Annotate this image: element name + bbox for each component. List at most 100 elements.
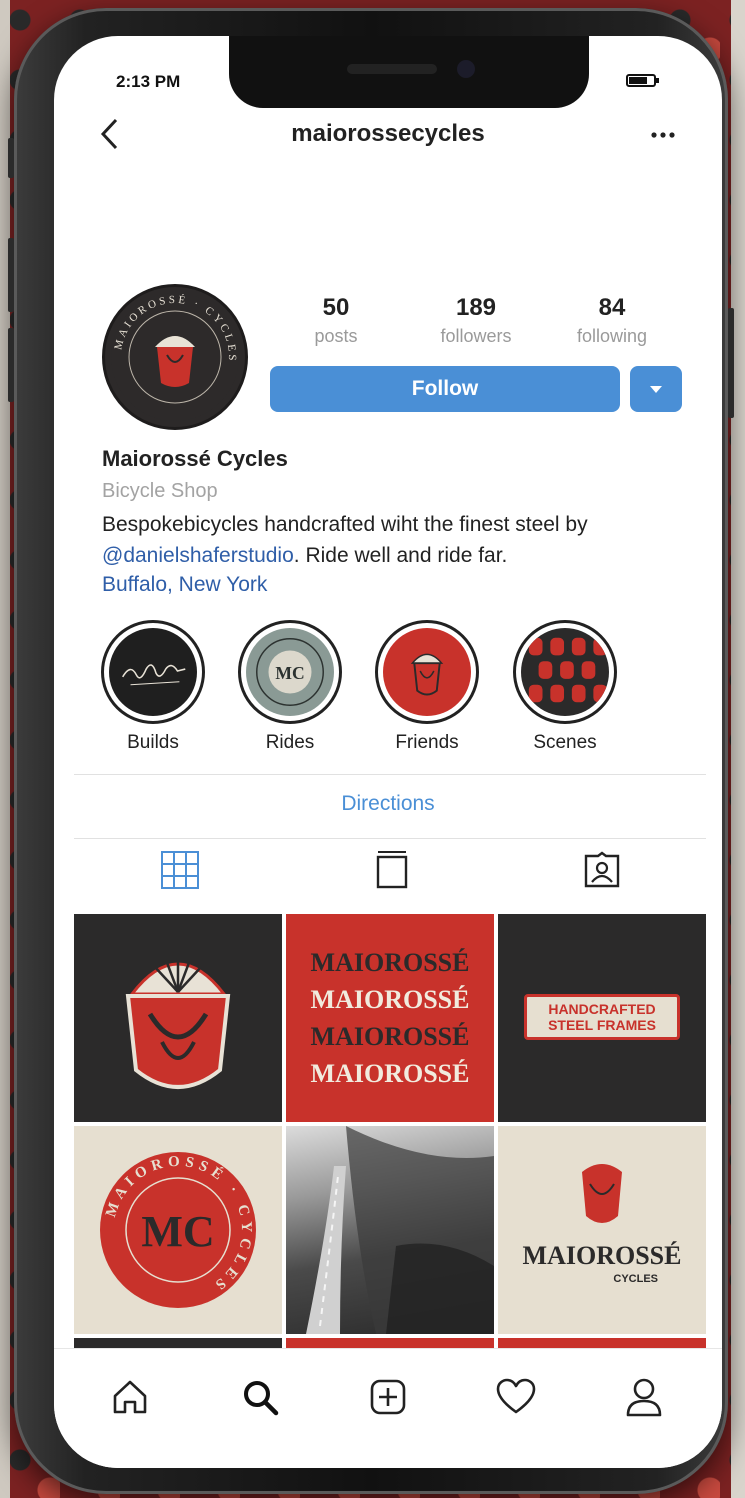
mute-switch [8, 138, 14, 178]
chevron-down-icon [650, 385, 662, 393]
rides-monogram: MC [275, 663, 304, 683]
profile-icon [626, 1378, 662, 1417]
highlight-rides[interactable]: MC Rides [235, 620, 345, 754]
post-tile-mc-seal[interactable]: MAIOROSSÉ · CYCLES MC [74, 1126, 282, 1334]
highlight-builds-label: Builds [127, 732, 179, 753]
stat-posts-label: posts [314, 326, 358, 346]
profile-avatar[interactable]: MAIOROSSÉ · CYCLES [102, 284, 248, 430]
stat-followers[interactable]: 189 followers [416, 294, 536, 347]
avatar-logo-icon: MAIOROSSÉ · CYCLES [111, 293, 239, 421]
status-time: 2:13 PM [116, 72, 181, 91]
mc-seal-icon: MAIOROSSÉ · CYCLES MC [100, 1152, 256, 1308]
rose-pattern-icon [528, 637, 608, 703]
seal-monogram: MC [141, 1207, 214, 1256]
background-stripe-right [731, 0, 745, 1498]
notch [229, 36, 589, 108]
add-post-icon [370, 1379, 406, 1415]
heart-icon [496, 1378, 536, 1414]
nav-home[interactable] [108, 1375, 152, 1419]
brand-sub: CYCLES [613, 1273, 658, 1285]
phone-screen: 2:13 PM maiorossecycles MAIOROSSÉ · CYCL… [54, 36, 722, 1468]
nav-new-post[interactable] [366, 1375, 410, 1419]
divider [74, 838, 706, 839]
forest-road-photo [306, 1126, 494, 1334]
highlight-rides-thumb: MC [246, 628, 334, 716]
highlight-friends[interactable]: Friends [372, 620, 482, 754]
profile-username: maiorossecycles [291, 120, 485, 147]
stat-followers-label: followers [440, 326, 512, 346]
bio-text-end: . Ride well and ride far. [293, 544, 508, 567]
nav-search[interactable] [238, 1375, 282, 1419]
highlight-friends-label: Friends [395, 732, 459, 753]
nav-profile[interactable] [622, 1375, 666, 1419]
highlight-ring [513, 620, 617, 724]
tab-tagged[interactable] [580, 848, 624, 892]
volume-up-button [8, 238, 14, 312]
directions-button[interactable]: Directions [54, 792, 722, 816]
mc-seal-icon: MC [256, 638, 324, 706]
post-tile-handcrafted-badge[interactable]: HANDCRAFTED STEEL FRAMES [498, 914, 706, 1122]
divider [74, 774, 706, 775]
badge-line-2: STEEL FRAMES [548, 1017, 656, 1033]
profile-description: Bespokebicycles handcrafted wiht the fin… [102, 509, 682, 571]
highlight-scenes-thumb [521, 628, 609, 716]
power-button [728, 308, 734, 418]
more-options-icon[interactable] [650, 116, 676, 147]
highlight-rides-label: Rides [265, 732, 315, 753]
highlight-builds[interactable]: Builds [98, 620, 208, 754]
grid-icon [161, 851, 199, 889]
igtv-icon [376, 851, 408, 889]
post-tile-partial[interactable] [286, 1338, 494, 1348]
brand-logo-icon: MAIOROSSÉ CYCLES [523, 1164, 682, 1285]
volume-down-button [8, 328, 14, 402]
signature-icon [122, 664, 186, 686]
post-tile-road-photo[interactable] [286, 1126, 494, 1334]
tab-igtv[interactable] [370, 848, 414, 892]
brand-name: MAIOROSSÉ [523, 1241, 682, 1270]
highlight-ring: MC [238, 620, 342, 724]
stat-posts[interactable]: 50 posts [276, 294, 396, 347]
post-tile-partial[interactable] [498, 1338, 706, 1348]
wordmark-line: MAIOROSSÉ [310, 1022, 470, 1051]
home-icon [113, 1380, 147, 1414]
highlight-scenes-label: Scenes [533, 732, 597, 753]
profile-category: Bicycle Shop [102, 480, 218, 502]
stat-posts-value: 50 [322, 294, 350, 321]
handcrafted-badge: HANDCRAFTED STEEL FRAMES [524, 994, 680, 1040]
highlight-friends-thumb [383, 628, 471, 716]
front-camera [457, 60, 475, 78]
tab-grid[interactable] [158, 848, 202, 892]
highlight-builds-thumb [109, 628, 197, 716]
tagged-icon [584, 851, 620, 888]
wordmark-line: MAIOROSSÉ [310, 948, 470, 977]
bio-mention-link[interactable]: @danielshaferstudio [102, 544, 294, 567]
suggested-dropdown-button[interactable] [630, 366, 682, 412]
nav-activity[interactable] [494, 1375, 538, 1419]
bottom-nav [54, 1348, 722, 1468]
wordmark-line: MAIOROSSÉ [310, 985, 470, 1014]
badge-line-1: HANDCRAFTED [548, 1001, 656, 1017]
profile-display-name: Maiorossé Cycles [102, 446, 288, 471]
rose-logo-icon [410, 653, 444, 696]
stat-following[interactable]: 84 following [552, 294, 672, 347]
highlight-ring [101, 620, 205, 724]
post-tile-partial[interactable] [74, 1338, 282, 1348]
highlight-scenes[interactable]: Scenes [510, 620, 620, 754]
search-icon [244, 1381, 279, 1416]
battery-icon [626, 74, 659, 87]
wordmark-line: MAIOROSSÉ [310, 1059, 470, 1088]
profile-bio: Maiorossé Cycles Bicycle Shop Bespokebic… [102, 446, 682, 597]
post-tile-rose-logo[interactable] [74, 914, 282, 1122]
background-stripe-left [0, 0, 10, 1498]
rose-logo-icon [125, 958, 231, 1089]
follow-button[interactable]: Follow [270, 366, 620, 412]
profile-location-link[interactable]: Buffalo, New York [102, 573, 682, 597]
speaker [347, 64, 437, 74]
bio-text-start: Bespokebicycles handcrafted wiht the fin… [102, 513, 588, 536]
posts-grid: MAIOROSSÉ MAIOROSSÉ MAIOROSSÉ MAIOROSSÉ … [74, 914, 706, 1348]
stat-followers-value: 189 [455, 294, 497, 321]
stat-following-label: following [576, 326, 648, 346]
post-tile-wordmark-repeat[interactable]: MAIOROSSÉ MAIOROSSÉ MAIOROSSÉ MAIOROSSÉ [286, 914, 494, 1122]
post-tile-brand-logo[interactable]: MAIOROSSÉ CYCLES [498, 1126, 706, 1334]
highlight-ring [375, 620, 479, 724]
